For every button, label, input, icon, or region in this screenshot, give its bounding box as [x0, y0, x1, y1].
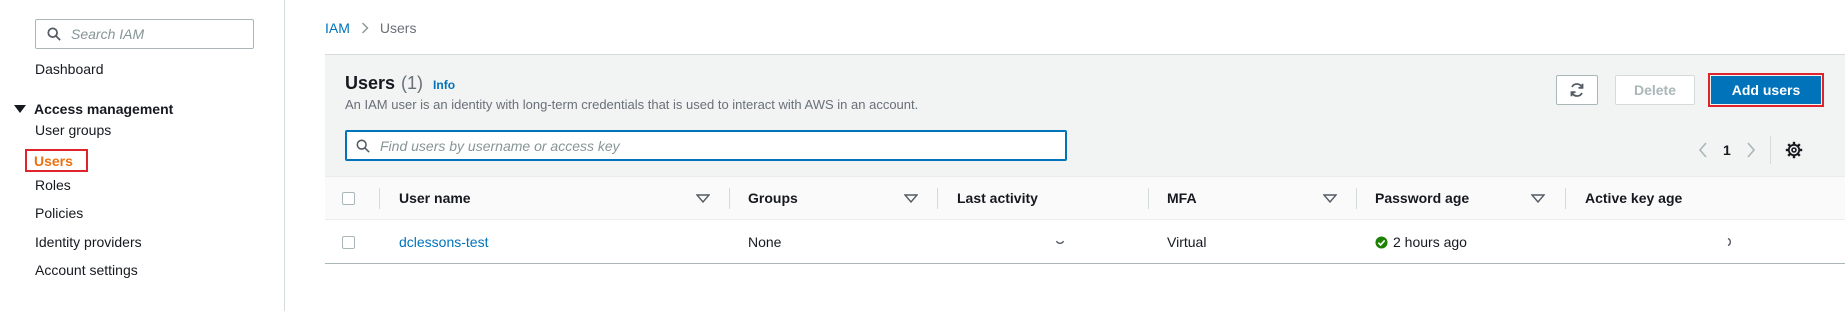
breadcrumb-current: Users [379, 20, 417, 36]
sidebar-search-input[interactable] [71, 26, 241, 42]
panel-header: Users (1) Info An IAM user is an identit… [325, 55, 1845, 176]
panel-title-row: Users (1) Info [345, 73, 455, 94]
sidebar-section-label: Access management [34, 101, 174, 117]
users-table-panel: Users (1) Info An IAM user is an identit… [325, 55, 1845, 265]
cell-password-age: 2 hours ago [1375, 221, 1467, 263]
loading-spinner-icon [1726, 221, 1734, 263]
column-separator [379, 188, 380, 209]
sidebar-section-access-management[interactable]: Access management [14, 101, 173, 117]
users-filter[interactable] [345, 130, 1067, 161]
cell-user-name: dclessons-test [399, 221, 488, 263]
column-header-active-key-age[interactable]: Active key age [1585, 177, 1682, 219]
sidebar-search[interactable] [35, 19, 254, 49]
pagination: 1 [1698, 136, 1803, 164]
sort-caret-icon[interactable] [1323, 194, 1337, 203]
check-circle-icon [1375, 235, 1388, 249]
column-separator [937, 188, 938, 209]
sort-caret-icon[interactable] [904, 194, 918, 203]
column-header-last-activity[interactable]: Last activity [957, 177, 1038, 219]
breadcrumb: IAM Users [325, 20, 416, 36]
chevron-right-icon [361, 22, 369, 34]
sidebar-item-user-groups[interactable]: User groups [35, 122, 111, 138]
users-count: (1) [401, 73, 424, 93]
sidebar-item-users[interactable]: Users [25, 149, 88, 172]
current-page[interactable]: 1 [1723, 142, 1731, 158]
delete-button[interactable]: Delete [1615, 75, 1695, 105]
sidebar-item-roles[interactable]: Roles [35, 177, 71, 193]
sidebar-item-account-settings[interactable]: Account settings [35, 262, 138, 278]
info-link[interactable]: Info [433, 78, 455, 92]
column-header-mfa[interactable]: MFA [1167, 177, 1197, 219]
breadcrumb-iam-link[interactable]: IAM [325, 20, 350, 36]
sidebar: Dashboard Access management User groups … [0, 0, 285, 311]
panel-description: An IAM user is an identity with long-ter… [345, 97, 919, 112]
page-title: Users [345, 73, 396, 93]
password-age-value: 2 hours ago [1393, 234, 1467, 250]
loading-spinner-icon [1055, 221, 1065, 263]
search-icon [356, 139, 370, 153]
sidebar-item-label: Users [34, 152, 73, 169]
sidebar-item-dashboard[interactable]: Dashboard [35, 61, 104, 77]
previous-page-icon[interactable] [1698, 142, 1708, 158]
next-page-icon[interactable] [1746, 142, 1756, 158]
refresh-button[interactable] [1556, 75, 1598, 105]
column-header-user-name[interactable]: User name [399, 177, 471, 219]
search-icon [47, 27, 61, 41]
column-header-groups[interactable]: Groups [748, 177, 798, 219]
column-separator [1148, 188, 1149, 209]
table-header: User name Groups Last activity MFA Passw… [325, 176, 1845, 220]
column-separator [729, 188, 730, 209]
table-row: dclessons-test None Virtual 2 hours ago [325, 221, 1845, 264]
sidebar-item-policies[interactable]: Policies [35, 205, 83, 221]
select-all-checkbox[interactable] [342, 192, 355, 205]
sort-caret-icon[interactable] [696, 194, 710, 203]
cell-mfa: Virtual [1167, 234, 1207, 250]
caret-down-icon [14, 105, 26, 113]
cell-groups: None [748, 234, 782, 250]
user-name-link[interactable]: dclessons-test [399, 234, 488, 250]
column-separator [1356, 188, 1357, 209]
preferences-gear-icon[interactable] [1785, 141, 1803, 159]
row-checkbox[interactable] [342, 236, 355, 249]
sort-caret-icon[interactable] [1531, 194, 1545, 203]
column-separator [1565, 188, 1566, 209]
pagination-divider [1769, 136, 1771, 164]
refresh-icon [1570, 83, 1584, 97]
status-success: 2 hours ago [1375, 234, 1467, 250]
add-users-button[interactable]: Add users [1711, 76, 1821, 104]
sidebar-item-identity-providers[interactable]: Identity providers [35, 234, 142, 250]
users-filter-input[interactable] [380, 137, 1060, 154]
column-header-password-age[interactable]: Password age [1375, 177, 1469, 219]
add-users-highlight: Add users [1708, 73, 1824, 107]
